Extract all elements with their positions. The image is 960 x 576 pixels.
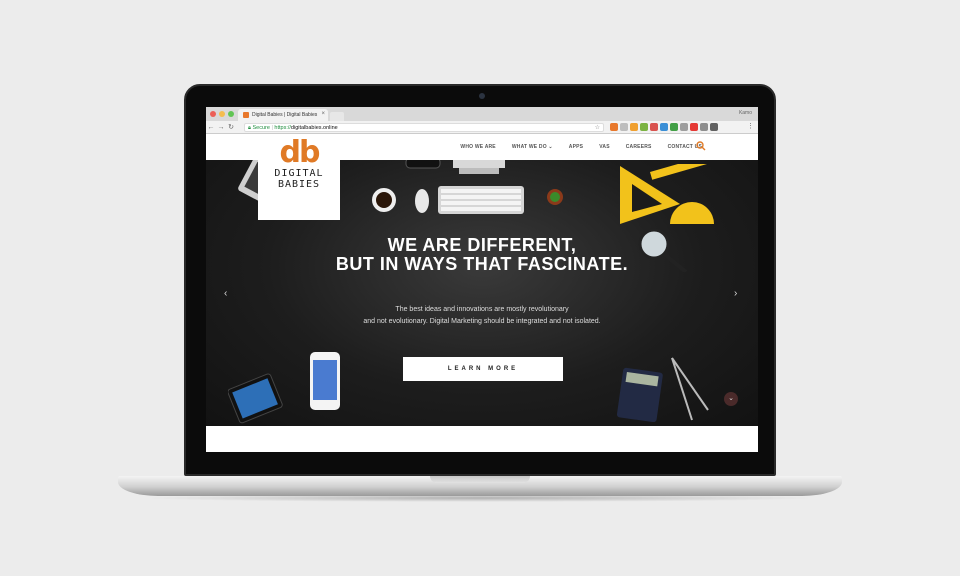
headline-line-2: BUT IN WAYS THAT FASCINATE. bbox=[335, 254, 629, 274]
keyboard-prop-image bbox=[438, 186, 524, 214]
forward-icon[interactable]: → bbox=[216, 124, 226, 131]
extension-icon[interactable] bbox=[640, 123, 648, 131]
slider-next-icon[interactable]: › bbox=[734, 288, 737, 299]
extension-icon[interactable] bbox=[610, 123, 618, 131]
bookmark-star-icon[interactable]: ☆ bbox=[595, 124, 600, 131]
extension-icon[interactable] bbox=[650, 123, 658, 131]
window-controls bbox=[210, 111, 234, 117]
browser-menu-icon[interactable]: ⋮ bbox=[747, 122, 754, 130]
tablet-prop-image bbox=[228, 373, 283, 424]
favicon-icon bbox=[243, 112, 249, 118]
laptop-screen: Digital Babies | Digital Babies × Kamo ←… bbox=[206, 107, 758, 452]
nav-apps[interactable]: APPS bbox=[569, 144, 583, 150]
extension-icon[interactable] bbox=[710, 123, 718, 131]
back-icon[interactable]: ← bbox=[206, 124, 216, 131]
search-icon[interactable] bbox=[696, 141, 706, 151]
nav-what-we-do[interactable]: WHAT WE DO ⌄ bbox=[512, 144, 553, 150]
logo-line-1: DIGITAL bbox=[274, 168, 324, 179]
learn-more-button[interactable]: LEARN MORE bbox=[403, 357, 563, 381]
compass-prop-image bbox=[671, 357, 709, 421]
mouse-prop-image bbox=[415, 189, 429, 213]
headline-line-1: WE ARE DIFFERENT, bbox=[387, 235, 577, 255]
minimize-window-button[interactable] bbox=[219, 111, 225, 117]
mockup-stage: Digital Babies | Digital Babies × Kamo ←… bbox=[0, 0, 960, 576]
tab-title: Digital Babies | Digital Babies bbox=[252, 112, 318, 118]
site-logo[interactable]: db DIGITAL BABIES bbox=[258, 134, 340, 220]
url-host: digitalbabies.online bbox=[290, 125, 338, 131]
extension-icons bbox=[610, 123, 718, 131]
slider-prev-icon[interactable]: ‹ bbox=[224, 288, 227, 299]
camera-dot bbox=[479, 93, 485, 99]
browser-tab[interactable]: Digital Babies | Digital Babies × bbox=[238, 109, 328, 121]
new-tab-button[interactable] bbox=[330, 112, 344, 121]
extension-icon[interactable] bbox=[700, 123, 708, 131]
next-section bbox=[206, 426, 758, 452]
reload-icon[interactable]: ↻ bbox=[226, 123, 236, 131]
extension-icon[interactable] bbox=[670, 123, 678, 131]
url-scheme: https:// bbox=[274, 125, 291, 131]
subtext-line-2: and not evolutionary. Digital Marketing … bbox=[363, 318, 601, 325]
logo-mark: db bbox=[279, 135, 321, 170]
laptop-base bbox=[118, 476, 842, 496]
nav-careers[interactable]: CAREERS bbox=[626, 144, 652, 150]
scroll-down-icon[interactable]: ⌄ bbox=[724, 392, 738, 406]
logo-line-2: BABIES bbox=[277, 179, 321, 190]
monitor-prop-image bbox=[405, 160, 505, 174]
hero-headline: WE ARE DIFFERENT, BUT IN WAYS THAT FASCI… bbox=[206, 236, 758, 274]
close-tab-icon[interactable]: × bbox=[321, 111, 325, 117]
extension-icon[interactable] bbox=[620, 123, 628, 131]
extension-icon[interactable] bbox=[630, 123, 638, 131]
calculator-prop-image bbox=[616, 367, 663, 422]
laptop-base-notch bbox=[430, 476, 530, 483]
lock-icon: 🔒︎ bbox=[248, 125, 251, 131]
extension-icon[interactable] bbox=[690, 123, 698, 131]
close-window-button[interactable] bbox=[210, 111, 216, 117]
secure-label: Secure bbox=[252, 125, 270, 131]
address-bar[interactable]: 🔒︎ Secure | https://digitalbabies.online… bbox=[244, 123, 604, 132]
laptop-lid: Digital Babies | Digital Babies × Kamo ←… bbox=[184, 84, 776, 476]
subtext-line-1: The best ideas and innovations are mostl… bbox=[395, 306, 569, 313]
extension-icon[interactable] bbox=[660, 123, 668, 131]
extension-icon[interactable] bbox=[680, 123, 688, 131]
plant-prop-image bbox=[547, 189, 563, 205]
hero-subtext: The best ideas and innovations are mostl… bbox=[206, 304, 758, 328]
nav-who-we-are[interactable]: WHO WE ARE bbox=[460, 144, 495, 150]
browser-toolbar: ← → ↻ 🔒︎ Secure | https://digitalbabies.… bbox=[206, 121, 758, 134]
maximize-window-button[interactable] bbox=[228, 111, 234, 117]
profile-name[interactable]: Kamo bbox=[739, 110, 752, 116]
phone-prop-image bbox=[310, 352, 340, 410]
main-menu: WHO WE ARE WHAT WE DO ⌄ APPS VAS CAREERS… bbox=[460, 144, 702, 150]
browser-tab-bar: Digital Babies | Digital Babies × Kamo bbox=[206, 107, 758, 121]
website-viewport: WHO WE ARE WHAT WE DO ⌄ APPS VAS CAREERS… bbox=[206, 134, 758, 452]
nav-vas[interactable]: VAS bbox=[599, 144, 610, 150]
coffee-cup-image bbox=[372, 188, 396, 212]
